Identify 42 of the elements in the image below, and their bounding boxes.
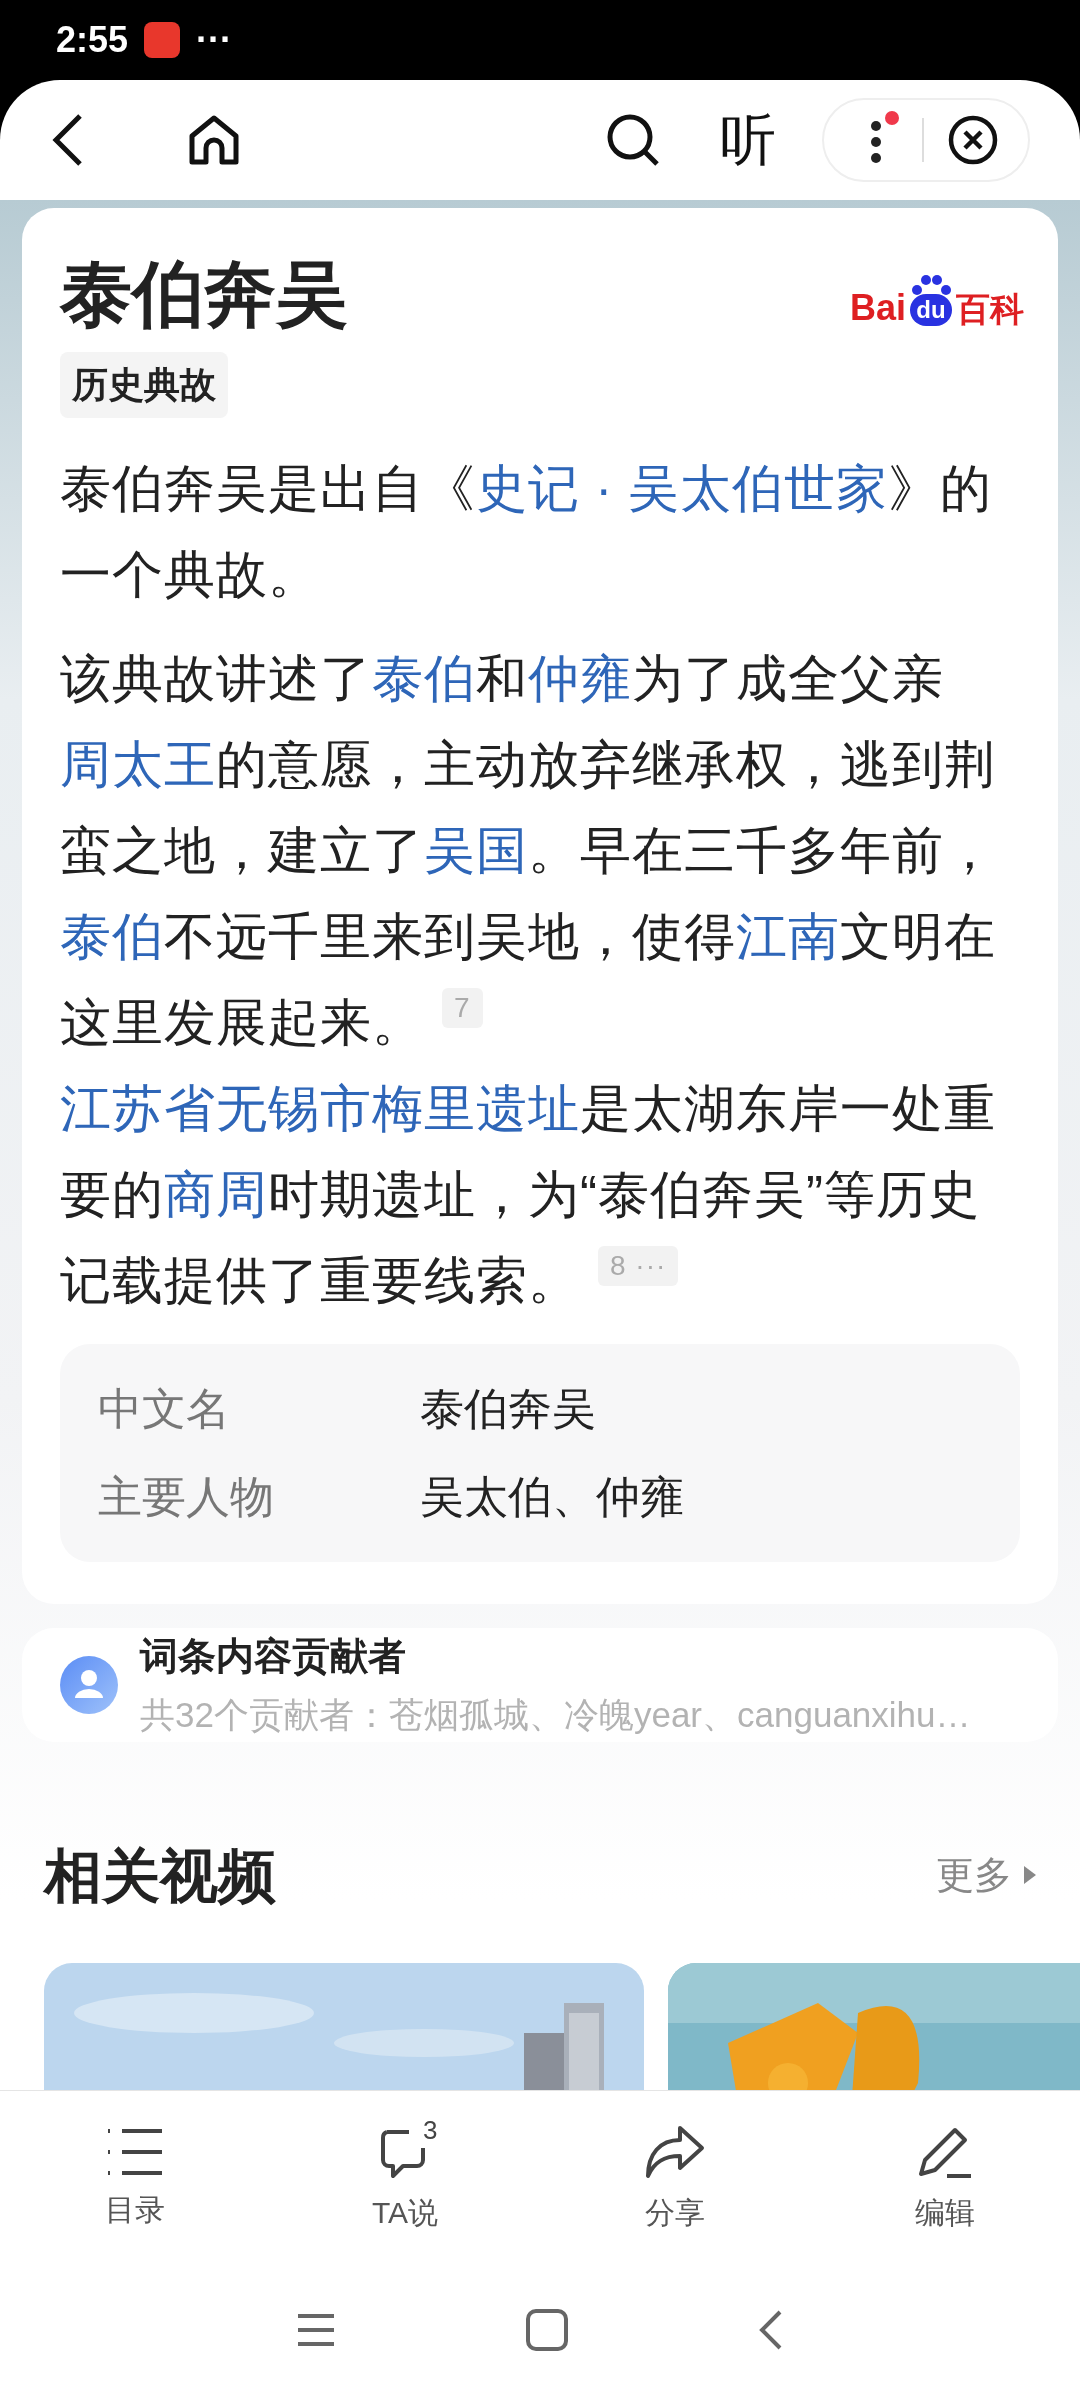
link[interactable]: 江南	[736, 908, 840, 965]
comment-count: 3	[423, 2114, 438, 2147]
toolbar-button[interactable]: 编辑	[810, 2091, 1080, 2260]
status-time: 2:55	[56, 18, 129, 62]
contributors-summary: 共32个贡献者：苍烟孤城、冷魄year、canguanxihu…	[140, 1694, 971, 1736]
info-value: 吴太伯、仲雍	[420, 1471, 684, 1523]
paragraph: 该典故讲述了泰伯和仲雍为了成全父亲 周太王的意愿，主动放弃继承权，逃到荆蛮之地，建立了 吴国。早在三千多年前， 泰伯不远千里来到吴地，使得江南文明在这里发展起来。 7 江苏省无锡市梅里遗址是太湖东岸一处重要的商周时期遗址，为“泰伯奔吴”等历史记载提供了重要线索。 8 ···	[60, 649, 997, 1311]
section-title: 相关视频	[44, 1841, 276, 1910]
toolbar-button[interactable]: 3 TA说	[270, 2091, 540, 2260]
search-icon[interactable]	[606, 113, 660, 167]
toolbar-button[interactable]: 分享	[540, 2091, 810, 2260]
toolbar-button[interactable]: 目录	[0, 2091, 270, 2260]
link[interactable]: 周太王	[60, 736, 216, 793]
menu-icon[interactable]	[296, 2313, 336, 2347]
link[interactable]: 史记 · 吴太伯世家	[476, 460, 889, 517]
app-icon	[144, 22, 181, 58]
paragraph: 泰伯奔吴是出自《史记 · 吴太伯世家》的一个典故。	[60, 459, 994, 605]
link[interactable]: 江苏省无锡市梅里遗址	[60, 1080, 580, 1137]
close-icon[interactable]	[948, 115, 998, 165]
avatar-icon	[60, 1655, 118, 1714]
baike-logo: Bai du 百科	[849, 274, 1024, 326]
home-button-icon[interactable]	[526, 2309, 568, 2351]
info-label: 中文名	[98, 1383, 231, 1435]
link[interactable]: 吴国	[424, 822, 528, 879]
contributors-card[interactable]: 词条内容贡献者 共32个贡献者：苍烟孤城、冷魄year、canguanxihu…	[22, 1628, 1058, 1742]
caret-icon	[1024, 1866, 1036, 1884]
list-icon	[106, 2127, 164, 2177]
share-icon	[644, 2124, 706, 2180]
info-value: 泰伯奔吴	[420, 1383, 596, 1435]
contributors-title: 词条内容贡献者	[140, 1634, 407, 1679]
link[interactable]: 商周	[164, 1166, 268, 1223]
back-icon[interactable]	[50, 112, 84, 168]
entry-title: 泰伯奔吴	[60, 253, 348, 336]
link[interactable]: 泰伯	[60, 908, 164, 965]
info-label: 主要人物	[98, 1471, 275, 1523]
status-overflow: ···	[196, 18, 233, 62]
link[interactable]: 泰伯	[372, 650, 476, 707]
home-icon[interactable]	[188, 114, 240, 166]
link[interactable]: 仲雍	[528, 650, 632, 707]
listen-button[interactable]: 听	[720, 98, 776, 182]
more-link[interactable]: 更多	[936, 1846, 1036, 1904]
category-tag[interactable]: 历史典故	[60, 352, 228, 418]
